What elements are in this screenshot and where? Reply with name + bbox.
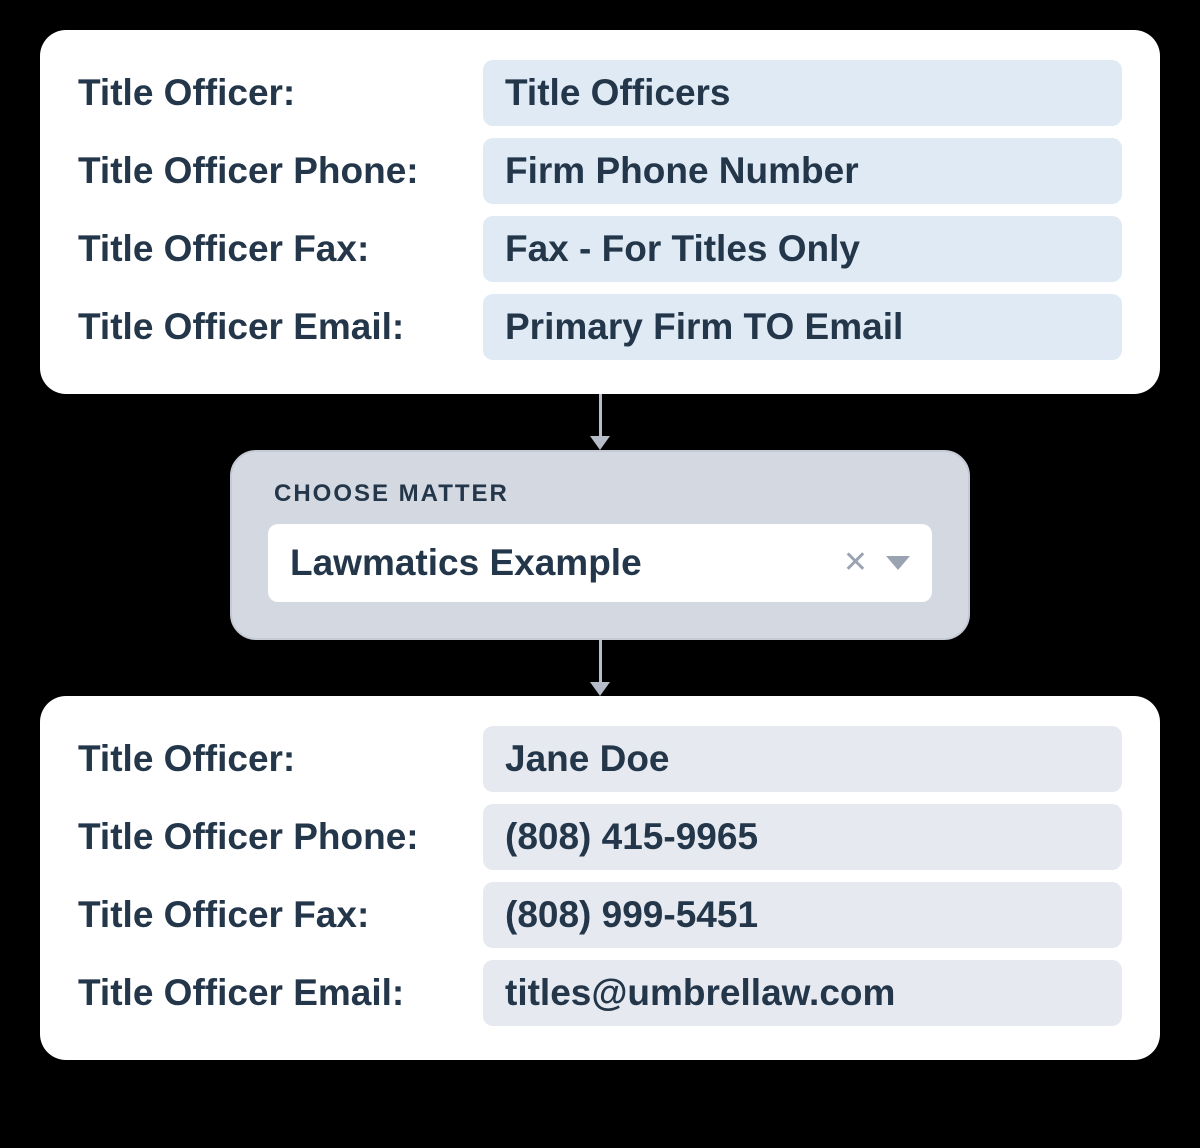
field-row: Title Officer Fax: Fax - For Titles Only bbox=[78, 216, 1122, 282]
connector-line bbox=[599, 640, 602, 682]
field-label: Title Officer: bbox=[78, 72, 483, 114]
field-label: Title Officer Email: bbox=[78, 306, 483, 348]
chevron-down-icon[interactable] bbox=[886, 556, 910, 570]
matter-select-value: Lawmatics Example bbox=[290, 542, 843, 584]
connector-line bbox=[599, 394, 602, 436]
matter-select-controls: ✕ bbox=[843, 548, 910, 578]
field-label: Title Officer Fax: bbox=[78, 228, 483, 270]
field-label: Title Officer: bbox=[78, 738, 483, 780]
choose-matter-label: CHOOSE MATTER bbox=[274, 480, 932, 508]
field-value-placeholder: Title Officers bbox=[483, 60, 1122, 126]
field-row: Title Officer: Title Officers bbox=[78, 60, 1122, 126]
field-row: Title Officer: Jane Doe bbox=[78, 726, 1122, 792]
flow-connector bbox=[590, 394, 610, 450]
field-value-placeholder: Firm Phone Number bbox=[483, 138, 1122, 204]
field-value-placeholder: Primary Firm TO Email bbox=[483, 294, 1122, 360]
field-value-placeholder: Fax - For Titles Only bbox=[483, 216, 1122, 282]
template-fields-card: Title Officer: Title Officers Title Offi… bbox=[40, 30, 1160, 394]
arrow-down-icon bbox=[590, 436, 610, 450]
arrow-down-icon bbox=[590, 682, 610, 696]
matter-select[interactable]: Lawmatics Example ✕ bbox=[268, 524, 932, 602]
field-value: (808) 415-9965 bbox=[483, 804, 1122, 870]
field-value: (808) 999-5451 bbox=[483, 882, 1122, 948]
field-row: Title Officer Email: Primary Firm TO Ema… bbox=[78, 294, 1122, 360]
field-label: Title Officer Email: bbox=[78, 972, 483, 1014]
flow-connector bbox=[590, 640, 610, 696]
field-row: Title Officer Fax: (808) 999-5451 bbox=[78, 882, 1122, 948]
field-label: Title Officer Phone: bbox=[78, 150, 483, 192]
choose-matter-card: CHOOSE MATTER Lawmatics Example ✕ bbox=[230, 450, 970, 640]
field-row: Title Officer Email: titles@umbrellaw.co… bbox=[78, 960, 1122, 1026]
field-value: Jane Doe bbox=[483, 726, 1122, 792]
result-fields-card: Title Officer: Jane Doe Title Officer Ph… bbox=[40, 696, 1160, 1060]
field-label: Title Officer Phone: bbox=[78, 816, 483, 858]
clear-icon[interactable]: ✕ bbox=[843, 548, 868, 578]
field-label: Title Officer Fax: bbox=[78, 894, 483, 936]
field-row: Title Officer Phone: Firm Phone Number bbox=[78, 138, 1122, 204]
field-row: Title Officer Phone: (808) 415-9965 bbox=[78, 804, 1122, 870]
field-value: titles@umbrellaw.com bbox=[483, 960, 1122, 1026]
